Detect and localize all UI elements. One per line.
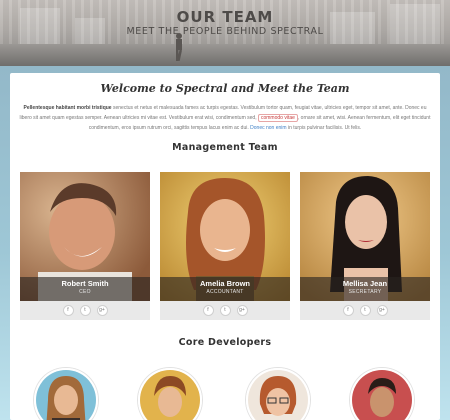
intro-link[interactable]: Donec non enim: [250, 125, 286, 131]
intro-paragraph: Pellentesque habitant morbi tristique se…: [19, 103, 431, 133]
member-role: SECRETARY: [348, 289, 382, 295]
management-team-heading: Management Team: [172, 142, 278, 153]
intro-text: in turpis pulvinar facilisis. Ut felis.: [286, 125, 362, 131]
facebook-icon[interactable]: f: [342, 305, 354, 316]
member-role: ACCOUNTANT: [206, 289, 244, 295]
facebook-icon[interactable]: f: [62, 305, 74, 316]
content-card: Welcome to Spectral and Meet the Team Pe…: [10, 73, 440, 420]
twitter-icon[interactable]: t: [79, 305, 91, 316]
member-namebar: Mellisa Jean SECRETARY: [300, 277, 430, 301]
page-subtitle: MEET THE PEOPLE BEHIND SPECTRAL: [126, 26, 324, 37]
twitter-icon[interactable]: t: [359, 305, 371, 316]
member-name: Mellisa Jean: [342, 279, 388, 288]
developer-avatar: [246, 368, 310, 420]
highlight-tag: commodo vitae: [257, 114, 298, 122]
member-name: Amelia Brown: [199, 279, 250, 288]
google-plus-icon[interactable]: g+: [236, 305, 248, 316]
google-plus-icon[interactable]: g+: [96, 305, 108, 316]
page-title: OUR TEAM: [176, 8, 274, 26]
developer-avatar: [350, 368, 414, 420]
core-developers-heading: Core Developers: [178, 337, 272, 348]
facebook-icon[interactable]: f: [202, 305, 214, 316]
welcome-heading: Welcome to Spectral and Meet the Team: [100, 82, 350, 95]
member-namebar: Amelia Brown ACCOUNTANT: [160, 277, 290, 301]
intro-lead: Pellentesque habitant morbi tristique: [23, 105, 112, 111]
team-member-card: Mellisa Jean SECRETARY f t g+: [300, 172, 430, 320]
developer-avatar: [34, 368, 98, 420]
member-role: CEO: [79, 289, 91, 295]
hero-banner: OUR TEAM MEET THE PEOPLE BEHIND SPECTRAL: [0, 0, 450, 66]
member-social-links: f t g+: [20, 301, 150, 320]
member-social-links: f t g+: [160, 301, 290, 320]
member-social-links: f t g+: [300, 301, 430, 320]
member-namebar: Robert Smith CEO: [20, 277, 150, 301]
team-member-card: Amelia Brown ACCOUNTANT f t g+: [160, 172, 290, 320]
google-plus-icon[interactable]: g+: [376, 305, 388, 316]
developer-avatar: [138, 368, 202, 420]
member-name: Robert Smith: [61, 279, 109, 288]
hero-street: [0, 44, 450, 66]
team-member-card: Robert Smith CEO f t g+: [20, 172, 150, 320]
twitter-icon[interactable]: t: [219, 305, 231, 316]
